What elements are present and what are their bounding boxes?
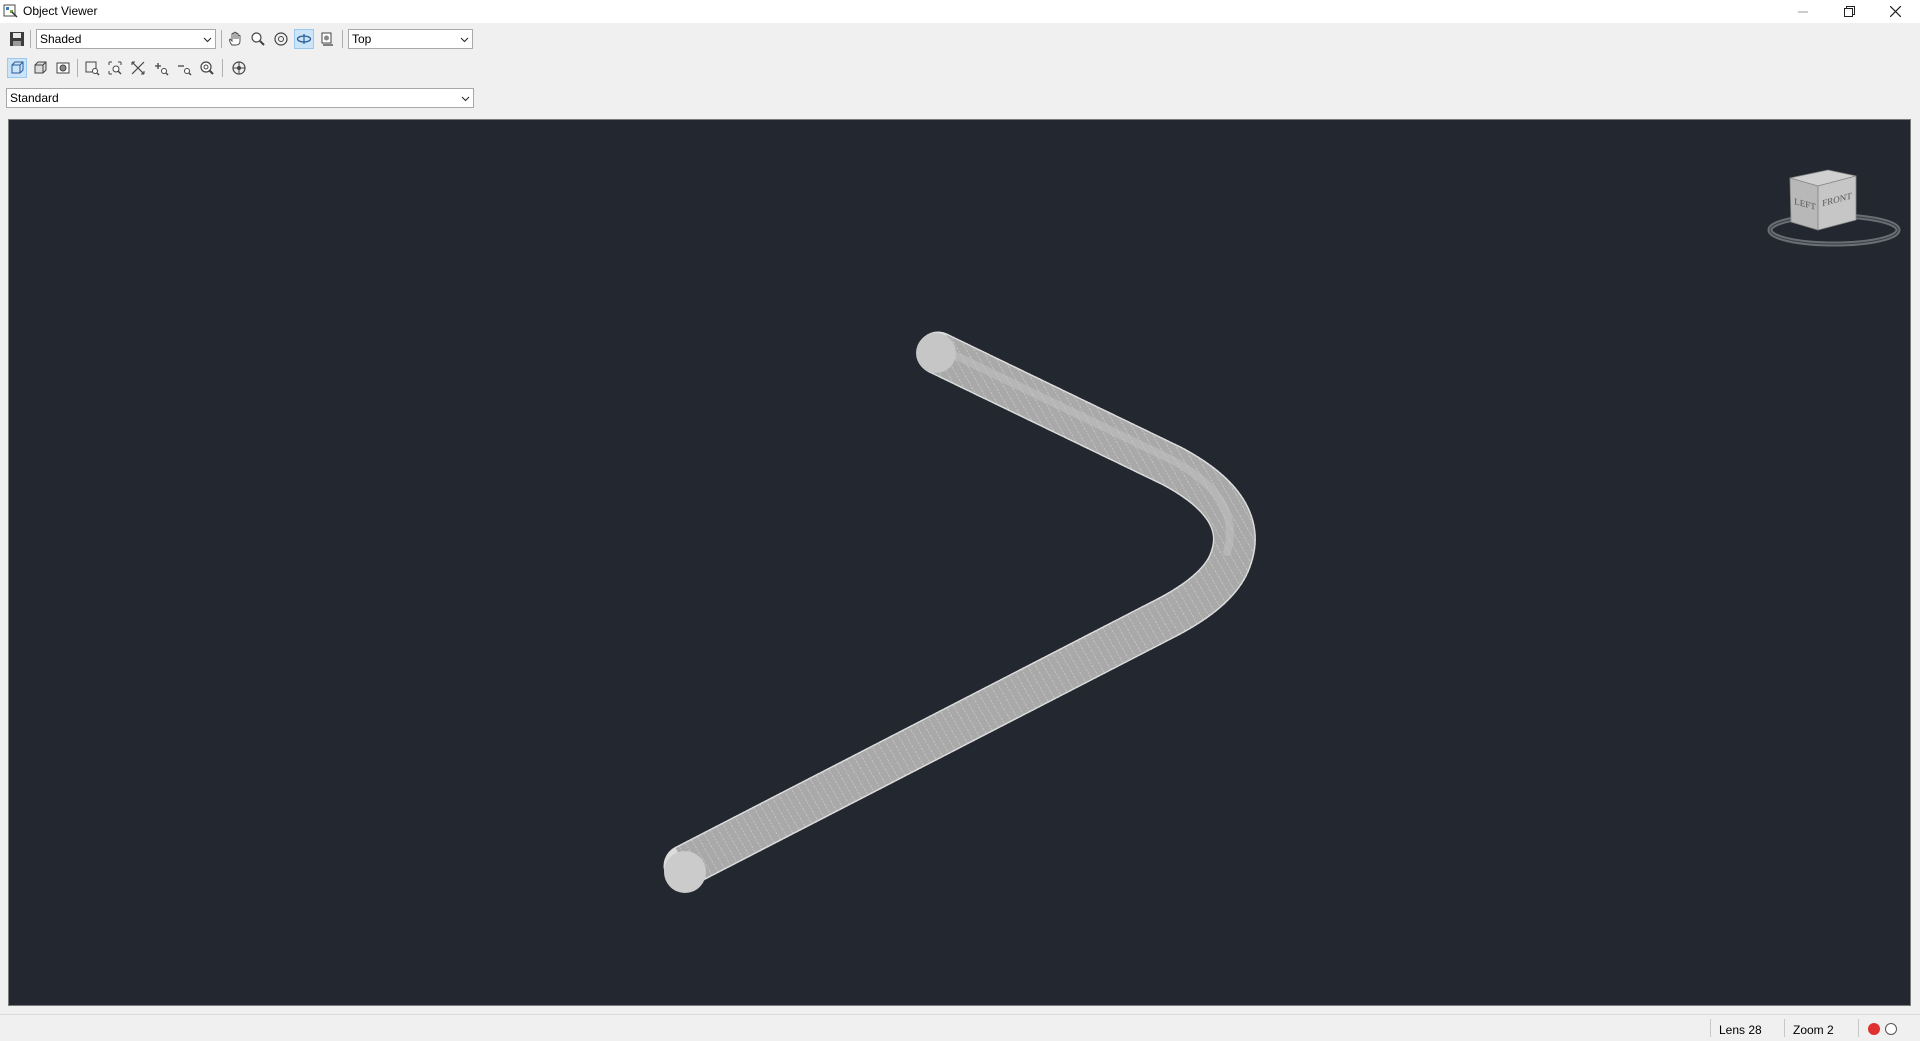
save-button[interactable] bbox=[7, 29, 27, 49]
orbit-button[interactable] bbox=[271, 29, 291, 49]
status-divider bbox=[1710, 1019, 1711, 1037]
pan-button[interactable] bbox=[225, 29, 245, 49]
zoom-extents-button[interactable] bbox=[128, 58, 148, 78]
hidden-icon bbox=[34, 61, 47, 74]
ucs-button[interactable] bbox=[229, 58, 249, 78]
zoom-realtime-icon bbox=[200, 61, 214, 75]
close-icon bbox=[1889, 6, 1901, 17]
zoom-out-button[interactable] bbox=[174, 58, 194, 78]
conceptual-icon bbox=[56, 62, 70, 74]
toolbar-area: Shaded Top Standard bbox=[0, 23, 480, 118]
restore-button[interactable] bbox=[1826, 0, 1872, 23]
zoom-dynamic-icon bbox=[108, 61, 122, 75]
zoom-icon bbox=[251, 32, 265, 46]
ucs-dropdown[interactable]: Standard bbox=[6, 88, 474, 108]
pipe-body bbox=[675, 334, 1255, 884]
3d-viewport[interactable]: LEFT FRONT bbox=[8, 119, 1911, 1006]
orbit-icon bbox=[274, 32, 288, 46]
chevron-down-icon bbox=[203, 37, 212, 43]
zoom-in-icon bbox=[155, 63, 169, 76]
minimize-button[interactable] bbox=[1780, 0, 1826, 23]
continuous-orbit-icon bbox=[321, 32, 333, 46]
conceptual-style-button[interactable] bbox=[53, 58, 73, 78]
toolbar-separator bbox=[222, 59, 223, 77]
toolbar-separator bbox=[342, 30, 343, 48]
view-value: Top bbox=[352, 32, 372, 46]
status-ring-icon[interactable] bbox=[1885, 1023, 1897, 1035]
zoom-dynamic-button[interactable] bbox=[105, 58, 125, 78]
close-button[interactable] bbox=[1872, 0, 1918, 23]
status-divider bbox=[1858, 1019, 1859, 1037]
status-divider bbox=[1784, 1019, 1785, 1037]
zoom-out-icon bbox=[178, 65, 192, 76]
zoom-button[interactable] bbox=[248, 29, 268, 49]
hidden-style-button[interactable] bbox=[30, 58, 50, 78]
zoom-realtime-button[interactable] bbox=[197, 58, 217, 78]
minimize-icon bbox=[1798, 11, 1808, 12]
wireframe-style-button[interactable] bbox=[7, 58, 27, 78]
view-dropdown[interactable]: Top bbox=[348, 29, 473, 49]
restore-icon bbox=[1843, 6, 1855, 17]
pipe-end-cap-top bbox=[916, 333, 956, 373]
visual-style-dropdown[interactable]: Shaded bbox=[36, 29, 216, 49]
zoom-window-button[interactable] bbox=[82, 58, 102, 78]
wireframe-icon bbox=[11, 61, 24, 74]
viewcube[interactable]: LEFT FRONT bbox=[1764, 168, 1904, 258]
pan-icon bbox=[229, 31, 241, 46]
window-title: Object Viewer bbox=[23, 4, 98, 18]
ucs-icon bbox=[232, 61, 246, 75]
zoom-readout: Zoom 2 bbox=[1793, 1023, 1834, 1037]
record-indicator-icon[interactable] bbox=[1868, 1023, 1880, 1035]
free-orbit-icon bbox=[296, 34, 312, 44]
title-bar: Object Viewer bbox=[0, 0, 1920, 23]
continuous-orbit-button[interactable] bbox=[317, 29, 337, 49]
free-orbit-button[interactable] bbox=[294, 29, 314, 49]
toolbar-separator bbox=[30, 30, 31, 48]
chevron-down-icon bbox=[461, 96, 470, 102]
zoom-window-icon bbox=[85, 61, 100, 76]
pipe-end-cap-bottom bbox=[664, 851, 706, 893]
visual-style-value: Shaded bbox=[40, 32, 82, 46]
ucs-value: Standard bbox=[10, 91, 59, 105]
toolbar-separator bbox=[77, 59, 78, 77]
save-icon bbox=[10, 32, 24, 46]
zoom-in-button[interactable] bbox=[151, 58, 171, 78]
toolbar-separator bbox=[221, 30, 222, 48]
zoom-extents-icon bbox=[131, 61, 145, 75]
status-bar: Lens 28 Zoom 2 bbox=[0, 1014, 1920, 1041]
lens-readout: Lens 28 bbox=[1719, 1023, 1762, 1037]
app-icon bbox=[3, 3, 18, 18]
chevron-down-icon bbox=[460, 37, 469, 43]
pipe-model bbox=[663, 331, 1256, 893]
